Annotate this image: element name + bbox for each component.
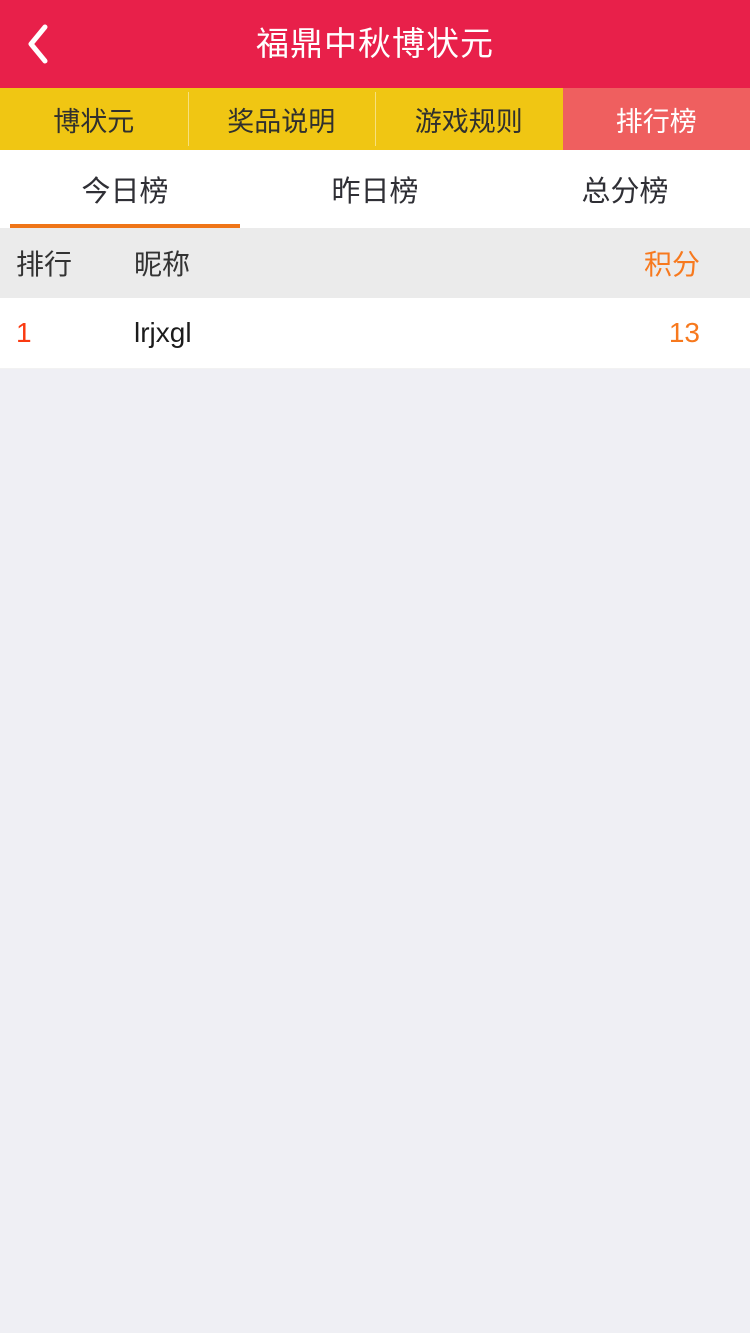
back-button[interactable] [0, 0, 76, 88]
cell-rank: 1 [16, 317, 32, 348]
nav-tab-prize-info[interactable]: 奖品说明 [187, 88, 376, 150]
cell-score: 13 [668, 317, 700, 348]
app-header: 福鼎中秋博状元 [0, 0, 750, 88]
chevron-left-icon [25, 22, 51, 66]
empty-list-area [0, 369, 750, 1333]
leaderboard-subtabs: 今日榜 昨日榜 总分榜 [0, 150, 750, 228]
nav-tab-label: 游戏规则 [414, 106, 523, 137]
column-header-score: 积分 [643, 249, 700, 280]
nav-tab-leaderboard[interactable]: 排行榜 [562, 88, 750, 150]
subtab-label: 昨日榜 [331, 176, 419, 208]
subtab-today[interactable]: 今日榜 [0, 150, 250, 228]
nav-tab-label: 奖品说明 [227, 106, 336, 137]
page-title: 福鼎中秋博状元 [256, 25, 494, 62]
active-tab-underline [10, 224, 240, 228]
table-header-row: 排行 昵称 积分 [0, 228, 750, 298]
subtab-total[interactable]: 总分榜 [500, 150, 750, 228]
subtab-label: 今日榜 [81, 176, 169, 208]
leaderboard-table: 排行 昵称 积分 1 lrjxgl 13 [0, 228, 750, 369]
cell-nickname: lrjxgl [134, 317, 192, 348]
nav-tab-label: 排行榜 [615, 106, 697, 137]
subtab-yesterday[interactable]: 昨日榜 [250, 150, 500, 228]
subtab-label: 总分榜 [581, 176, 669, 208]
column-header-rank: 排行 [16, 249, 73, 280]
nav-tab-bozhuangyuan[interactable]: 博状元 [0, 88, 188, 150]
app-screen: 福鼎中秋博状元 博状元 奖品说明 游戏规则 排行榜 今日榜 昨日榜 总分榜 排行… [0, 0, 750, 1333]
nav-tab-label: 博状元 [53, 106, 135, 137]
nav-tab-game-rules[interactable]: 游戏规则 [375, 88, 563, 150]
primary-nav: 博状元 奖品说明 游戏规则 排行榜 [0, 88, 750, 150]
column-header-nickname: 昵称 [134, 249, 191, 280]
table-row[interactable]: 1 lrjxgl 13 [0, 298, 750, 369]
